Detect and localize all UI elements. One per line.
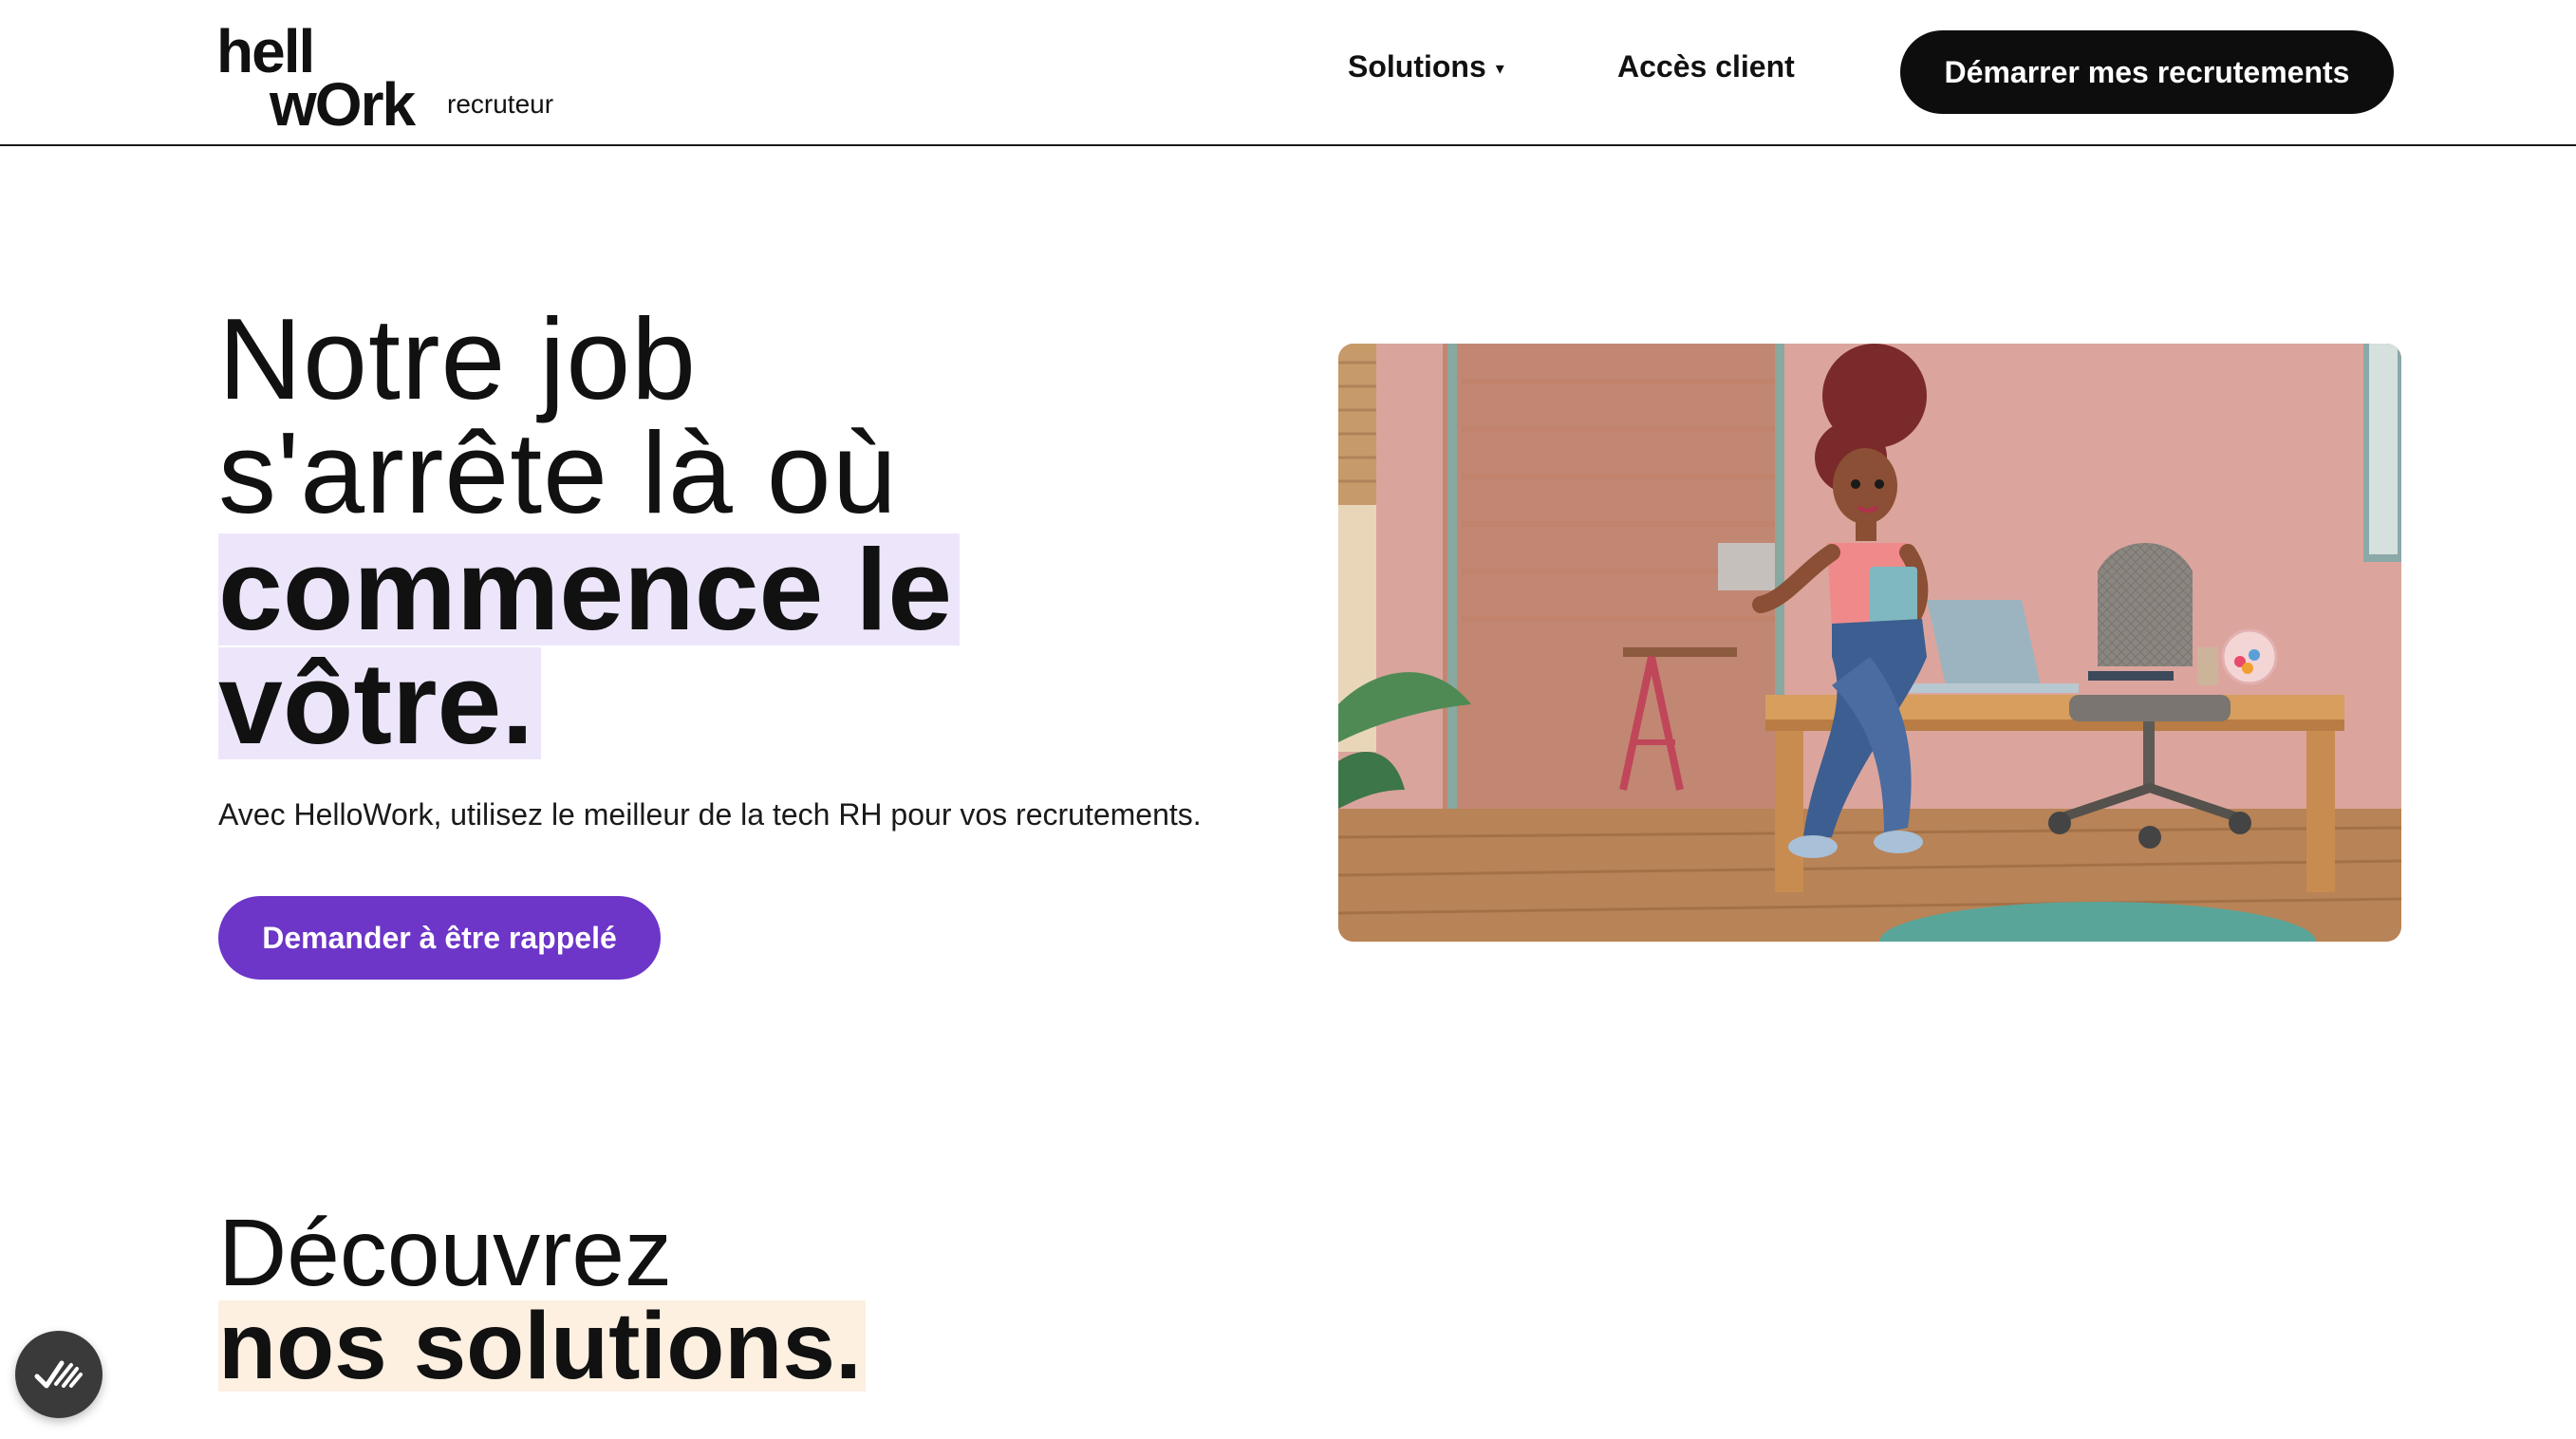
check-lines-icon (34, 1360, 83, 1389)
solutions-title-bold: nos solutions. (218, 1299, 866, 1393)
chevron-down-icon: ▾ (1495, 59, 1504, 79)
hero-title-line2: s'arrête là où (218, 408, 898, 537)
nav-client-access[interactable]: Accès client (1617, 49, 1795, 84)
hero-title-bold2: vôtre. (218, 645, 542, 761)
hero-illustration (1338, 344, 2401, 942)
hero-title-bold1: commence le (218, 532, 961, 647)
logo-word-bottom: wOrk (270, 70, 416, 139)
hero-subtitle: Avec HelloWork, utilisez le meilleur de … (218, 797, 1202, 832)
logo-wordmark: hell wOrk (216, 21, 416, 139)
solutions-title: Découvrez nos solutions. (218, 1200, 866, 1393)
request-callback-button[interactable]: Demander à être rappelé (218, 896, 661, 980)
site-header: hell wOrk recruteur Solutions ▾ Accès cli… (0, 0, 2576, 146)
nav-solutions[interactable]: Solutions ▾ (1348, 49, 1504, 84)
hero-title-line1: Notre job (218, 294, 698, 423)
start-recruiting-button[interactable]: Démarrer mes recrutements (1900, 30, 2394, 114)
nav-solutions-label: Solutions (1348, 49, 1486, 84)
hero-title: Notre job s'arrête là où commence le vôt… (218, 294, 961, 761)
logo-subtitle: recruteur (447, 89, 554, 119)
hellowork-logo[interactable]: hell wOrk recruteur (216, 21, 577, 135)
floating-help-button[interactable] (15, 1331, 103, 1418)
solutions-title-light: Découvrez (218, 1200, 672, 1306)
